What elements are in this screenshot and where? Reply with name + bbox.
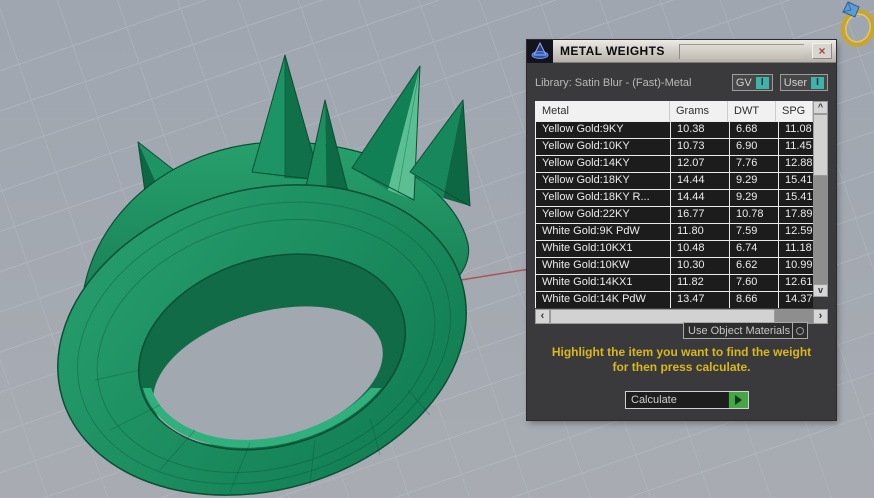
table-row[interactable]: White Gold:10KX1 10.48 6.74 11.18 xyxy=(536,241,813,257)
calculate-button[interactable]: Calculate xyxy=(626,392,728,408)
table-cell[interactable]: 17.89 xyxy=(779,207,813,223)
table-cell[interactable]: 6.68 xyxy=(730,122,778,138)
table-cell[interactable]: 11.18 xyxy=(779,241,813,257)
dialog-titlebar[interactable]: METAL WEIGHTS × xyxy=(527,39,836,63)
table-cell[interactable]: White Gold:9K PdW xyxy=(536,224,670,240)
materials-dropdown-label: Use Object Materials xyxy=(688,324,791,337)
vertical-scrollbar[interactable]: ^ v xyxy=(813,101,828,297)
ring-model[interactable] xyxy=(21,54,504,498)
table-cell[interactable]: Yellow Gold:9KY xyxy=(536,122,670,138)
scroll-up-icon[interactable]: ^ xyxy=(813,101,828,114)
scroll-left-icon[interactable]: ‹ xyxy=(535,309,550,324)
table-cell[interactable]: 12.07 xyxy=(671,156,729,172)
table-cell[interactable]: 6.90 xyxy=(730,139,778,155)
table-cell[interactable]: 12.61 xyxy=(779,275,813,291)
table-cell[interactable]: 9.29 xyxy=(730,190,778,206)
vertical-scroll-thumb[interactable] xyxy=(813,114,828,176)
table-cell[interactable]: 13.47 xyxy=(671,292,729,308)
table-cell[interactable]: 11.08 xyxy=(779,122,813,138)
column-header-dwt[interactable]: DWT xyxy=(728,101,776,121)
table-cell[interactable]: 15.41 xyxy=(779,173,813,189)
user-indicator-icon: I xyxy=(811,76,824,89)
vertical-scroll-track[interactable] xyxy=(813,176,828,284)
table-body: Yellow Gold:9KY 10.38 6.68 11.08 Yellow Gold… xyxy=(536,122,813,308)
table-cell[interactable]: 7.60 xyxy=(730,275,778,291)
table-cell[interactable]: 14.44 xyxy=(671,190,729,206)
table-cell[interactable]: 9.29 xyxy=(730,173,778,189)
table-row[interactable]: White Gold:14KX1 11.82 7.60 12.61 xyxy=(536,275,813,291)
table-cell[interactable]: 6.62 xyxy=(730,258,778,274)
table-cell[interactable]: 12.59 xyxy=(779,224,813,240)
dropdown-circle-icon xyxy=(796,326,804,335)
table-cell[interactable]: 14.37 xyxy=(779,292,813,308)
scroll-right-icon[interactable]: › xyxy=(813,309,828,324)
use-object-materials-dropdown[interactable]: Use Object Materials xyxy=(683,322,808,339)
dropdown-button[interactable] xyxy=(792,323,807,338)
table-row[interactable]: Yellow Gold:9KY 10.38 6.68 11.08 xyxy=(536,122,813,138)
close-icon[interactable]: × xyxy=(812,43,832,59)
table-cell[interactable]: White Gold:14KX1 xyxy=(536,275,670,291)
calculate-control: Calculate xyxy=(625,391,749,409)
metal-weights-dialog: METAL WEIGHTS × Library: Satin Blur - (F… xyxy=(527,39,836,420)
table-cell[interactable]: Yellow Gold:18KY R... xyxy=(536,190,670,206)
table-cell[interactable]: White Gold:10KW xyxy=(536,258,670,274)
table-header: Metal Grams DWT SPG xyxy=(536,101,813,121)
table-cell[interactable]: 12.88 xyxy=(779,156,813,172)
table-cell[interactable]: 10.30 xyxy=(671,258,729,274)
instruction-line-1: Highlight the item you want to find the … xyxy=(551,345,812,359)
table-cell[interactable]: 10.99 xyxy=(779,258,813,274)
table-cell[interactable]: 10.48 xyxy=(671,241,729,257)
calculate-go-button[interactable] xyxy=(728,392,748,408)
table-cell[interactable]: 10.38 xyxy=(671,122,729,138)
table-cell[interactable]: 11.80 xyxy=(671,224,729,240)
table-cell[interactable]: 16.77 xyxy=(671,207,729,223)
table-row[interactable]: Yellow Gold:14KY 12.07 7.76 12.88 xyxy=(536,156,813,172)
column-header-spg[interactable]: SPG xyxy=(776,101,813,121)
table-cell[interactable]: White Gold:14K PdW xyxy=(536,292,670,308)
library-label: Library: Satin Blur - (Fast)-Metal xyxy=(535,76,692,89)
scroll-down-icon[interactable]: v xyxy=(813,284,828,297)
gv-toggle-button[interactable]: GV I xyxy=(731,74,773,91)
table-row[interactable]: Yellow Gold:18KY R... 14.44 9.29 15.41 xyxy=(536,190,813,206)
table-cell[interactable]: 8.66 xyxy=(730,292,778,308)
dialog-title: METAL WEIGHTS xyxy=(560,44,665,58)
table-cell[interactable]: Yellow Gold:14KY xyxy=(536,156,670,172)
column-header-grams[interactable]: Grams xyxy=(670,101,728,121)
user-label: User xyxy=(783,76,807,89)
gv-label: GV xyxy=(735,76,752,89)
play-icon xyxy=(735,395,742,405)
table-cell[interactable]: Yellow Gold:18KY xyxy=(536,173,670,189)
table-cell[interactable]: Yellow Gold:10KY xyxy=(536,139,670,155)
table-row[interactable]: White Gold:14K PdW 13.47 8.66 14.37 xyxy=(536,292,813,308)
table-cell[interactable]: 14.44 xyxy=(671,173,729,189)
column-header-metal[interactable]: Metal xyxy=(536,101,670,121)
table-row[interactable]: White Gold:9K PdW 11.80 7.59 12.59 xyxy=(536,224,813,240)
table-cell[interactable]: 11.82 xyxy=(671,275,729,291)
table-cell[interactable]: 7.59 xyxy=(730,224,778,240)
table-row[interactable]: Yellow Gold:10KY 10.73 6.90 11.45 xyxy=(536,139,813,155)
table-cell[interactable]: 10.73 xyxy=(671,139,729,155)
metal-weights-table: Metal Grams DWT SPG Yellow Gold:9KY 10.38… xyxy=(535,101,828,324)
table-cell[interactable]: 6.74 xyxy=(730,241,778,257)
cone-gem-icon xyxy=(527,39,553,63)
gv-indicator-icon: I xyxy=(755,76,769,89)
table-row[interactable]: White Gold:10KW 10.30 6.62 10.99 xyxy=(536,258,813,274)
table-cell[interactable]: 7.76 xyxy=(730,156,778,172)
titlebar-groove xyxy=(678,43,804,59)
table-cell[interactable]: 10.78 xyxy=(730,207,778,223)
instruction-text: Highlight the item you want to find the … xyxy=(527,345,836,375)
user-toggle-button[interactable]: User I xyxy=(779,74,828,91)
table-cell[interactable]: Yellow Gold:22KY xyxy=(536,207,670,223)
library-row: Library: Satin Blur - (Fast)-Metal GV I … xyxy=(535,73,828,92)
table-cell[interactable]: White Gold:10KX1 xyxy=(536,241,670,257)
table-cell[interactable]: 15.41 xyxy=(779,190,813,206)
table-cell[interactable]: 11.45 xyxy=(779,139,813,155)
table-row[interactable]: Yellow Gold:18KY 14.44 9.29 15.41 xyxy=(536,173,813,189)
instruction-line-2: for then press calculate. xyxy=(612,360,751,374)
table-row[interactable]: Yellow Gold:22KY 16.77 10.78 17.89 xyxy=(536,207,813,223)
